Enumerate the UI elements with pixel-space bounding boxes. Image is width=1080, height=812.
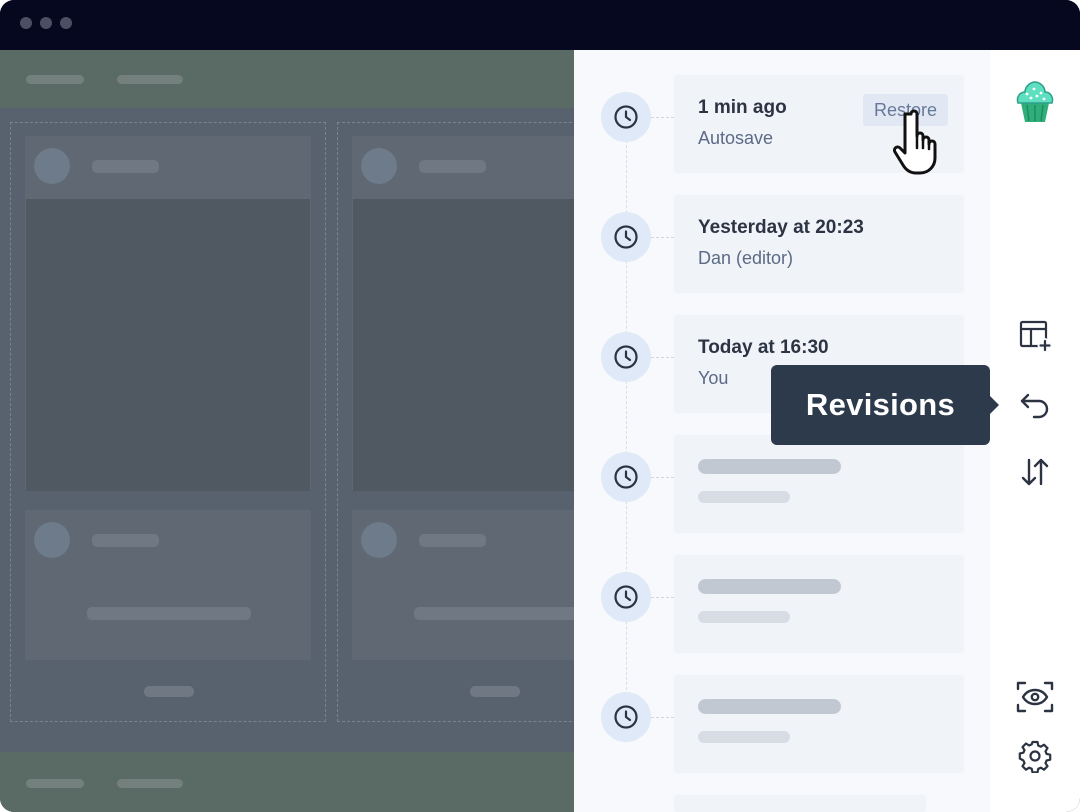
toolbar-placeholder xyxy=(117,75,183,84)
image-placeholder xyxy=(26,199,310,491)
window-dot[interactable] xyxy=(40,17,52,29)
text-placeholder xyxy=(87,607,251,620)
revision-item-placeholder[interactable] xyxy=(674,435,964,533)
timeline-connector xyxy=(651,477,674,478)
content-card xyxy=(25,136,311,491)
sort-arrows-icon[interactable] xyxy=(1013,450,1057,494)
timeline-connector xyxy=(651,717,674,718)
avatar xyxy=(34,522,70,558)
skeleton-line xyxy=(698,579,841,594)
text-placeholder xyxy=(414,607,574,620)
revision-author: You xyxy=(698,368,729,388)
revision-author: Autosave xyxy=(698,128,774,148)
text-placeholder xyxy=(470,686,520,697)
text-placeholder xyxy=(419,160,486,173)
skeleton-line xyxy=(698,699,841,714)
skeleton-line xyxy=(698,731,790,743)
content-card xyxy=(352,136,574,491)
app-window: 1 min ago Autosave Restore Yesterday at … xyxy=(0,0,1080,812)
timeline-connector xyxy=(651,357,674,358)
timeline-connector xyxy=(651,117,674,118)
revisions-tooltip: Revisions xyxy=(771,365,999,445)
revision-time: Yesterday at 20:23 xyxy=(698,217,864,238)
preview-eye-icon[interactable] xyxy=(1013,675,1057,719)
timeline-line xyxy=(626,110,627,730)
revision-item-placeholder[interactable] xyxy=(674,555,964,653)
undo-revisions-icon[interactable] xyxy=(1013,382,1057,426)
skeleton-line xyxy=(698,611,790,623)
avatar xyxy=(361,148,397,184)
revision-author: Dan (editor) xyxy=(698,248,794,268)
image-placeholder xyxy=(353,199,574,491)
revision-time: Today at 16:30 xyxy=(698,337,829,358)
clock-icon xyxy=(601,332,651,382)
text-placeholder xyxy=(92,160,159,173)
text-placeholder xyxy=(92,534,159,547)
text-placeholder xyxy=(144,686,194,697)
revision-item-placeholder[interactable] xyxy=(674,795,926,812)
editor-footer xyxy=(0,752,574,812)
clock-icon xyxy=(601,572,651,622)
editor-toolbar xyxy=(0,50,574,108)
avatar xyxy=(361,522,397,558)
clock-icon xyxy=(601,92,651,142)
content-card xyxy=(25,510,311,660)
settings-gear-icon[interactable] xyxy=(1013,734,1057,778)
cupcake-avatar-icon[interactable] xyxy=(1013,80,1057,124)
title-bar xyxy=(0,0,1080,50)
hand-pointer-cursor-icon xyxy=(888,100,954,180)
clock-icon xyxy=(601,212,651,262)
timeline-connector xyxy=(651,237,674,238)
footer-placeholder xyxy=(117,779,183,788)
clock-icon xyxy=(601,452,651,502)
content-card xyxy=(352,510,574,660)
revision-item-placeholder[interactable] xyxy=(674,675,964,773)
text-placeholder xyxy=(419,534,486,547)
clock-icon xyxy=(601,692,651,742)
add-layout-icon[interactable] xyxy=(1013,313,1057,357)
window-dot[interactable] xyxy=(20,17,32,29)
revision-time: 1 min ago xyxy=(698,97,787,118)
skeleton-line xyxy=(698,459,841,474)
footer-placeholder xyxy=(26,779,84,788)
avatar xyxy=(34,148,70,184)
revision-item[interactable]: Yesterday at 20:23 Dan (editor) xyxy=(674,195,964,293)
editor-canvas-overlay xyxy=(0,50,574,812)
timeline-connector xyxy=(651,597,674,598)
skeleton-line xyxy=(698,491,790,503)
window-dot[interactable] xyxy=(60,17,72,29)
toolbar-placeholder xyxy=(26,75,84,84)
